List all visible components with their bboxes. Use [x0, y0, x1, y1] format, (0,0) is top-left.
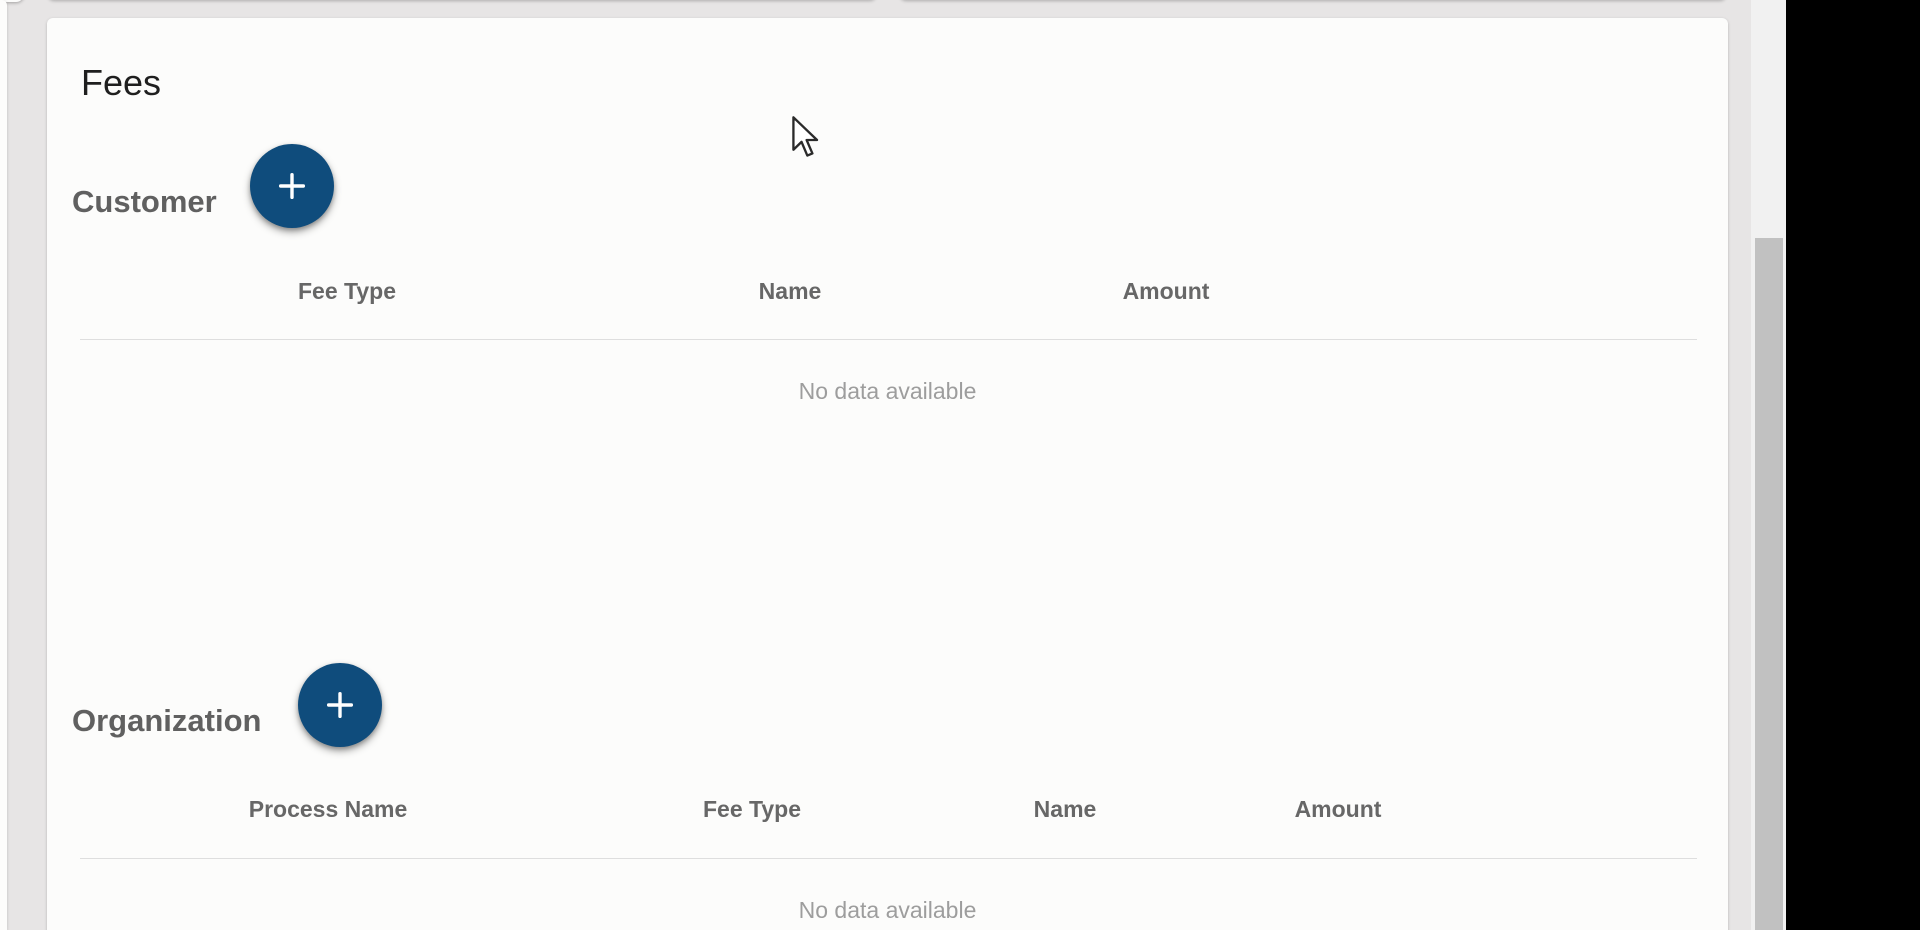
organization-no-data-message: No data available: [798, 897, 977, 923]
column-header-fee-type[interactable]: Fee Type: [298, 278, 396, 305]
plus-icon: [278, 172, 306, 200]
add-organization-fee-button[interactable]: [298, 663, 382, 747]
column-header-name[interactable]: Name: [1034, 796, 1097, 823]
left-panel-edge: [0, 0, 7, 930]
column-header-amount[interactable]: Amount: [1295, 796, 1382, 823]
plus-icon: [326, 691, 354, 719]
customer-heading: Customer: [72, 184, 217, 219]
black-offscreen-area: [1786, 0, 1920, 930]
table-header-divider: [80, 858, 1697, 859]
fees-title: Fees: [81, 62, 162, 103]
column-header-name[interactable]: Name: [759, 278, 822, 305]
add-customer-fee-button[interactable]: [250, 144, 334, 228]
app-content-area: Fees Customer Fee Type Name Amount No da…: [0, 0, 1786, 930]
column-header-amount[interactable]: Amount: [1123, 278, 1210, 305]
column-header-process-name[interactable]: Process Name: [249, 796, 408, 823]
table-header-divider: [80, 339, 1697, 340]
organization-heading: Organization: [72, 703, 262, 738]
customer-no-data-message: No data available: [798, 378, 977, 404]
vertical-scrollbar-thumb[interactable]: [1755, 238, 1783, 930]
fees-card: Fees Customer Fee Type Name Amount No da…: [47, 18, 1728, 930]
column-header-fee-type[interactable]: Fee Type: [703, 796, 801, 823]
